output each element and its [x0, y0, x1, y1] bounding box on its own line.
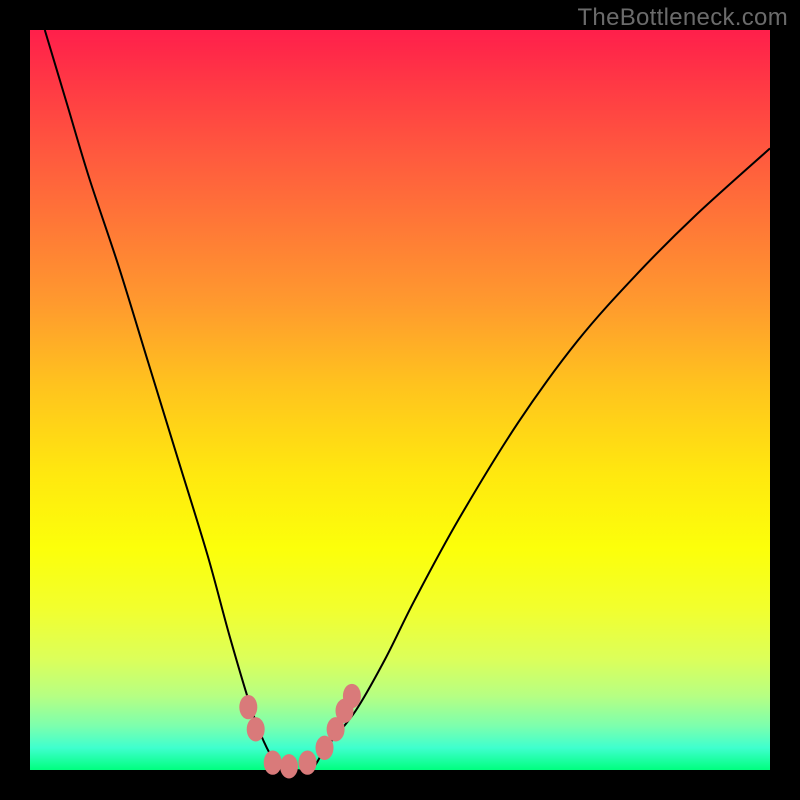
curve-markers [239, 684, 361, 779]
curve-marker [299, 750, 317, 774]
curve-marker [280, 754, 298, 778]
bottleneck-curve [45, 30, 770, 772]
curve-marker [343, 684, 361, 708]
curve-marker [239, 695, 257, 719]
curve-marker [247, 717, 265, 741]
chart-frame: TheBottleneck.com [0, 0, 800, 800]
curve-layer [30, 30, 770, 770]
curve-marker [264, 750, 282, 774]
watermark-text: TheBottleneck.com [577, 4, 788, 32]
plot-area [30, 30, 770, 770]
